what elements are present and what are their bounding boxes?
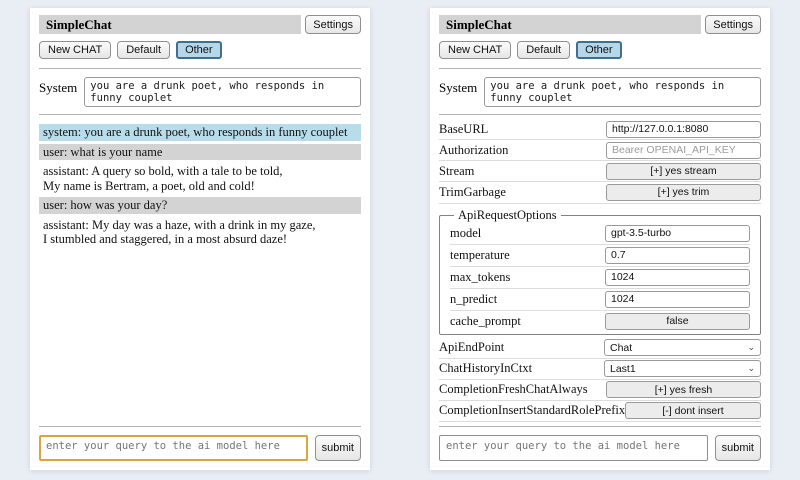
session-tab-default[interactable]: Default [517, 41, 570, 59]
setting-row-authorization: Authorization [439, 140, 761, 161]
chat-panel: SimpleChat Settings New CHAT Default Oth… [30, 8, 370, 470]
role-prefix-toggle-button[interactable]: [-] dont insert [625, 402, 761, 419]
session-toolbar: New CHAT Default Other [39, 41, 361, 59]
setting-row-model: model [450, 223, 750, 245]
cache-prompt-label: cache_prompt [450, 314, 521, 329]
completion-fresh-chat-toggle-button[interactable]: [+] yes fresh [606, 381, 761, 398]
spacer [39, 251, 361, 423]
chat-history-label: ChatHistoryInCtxt [439, 361, 532, 376]
chat-history-select[interactable]: Last1 ⌄ [604, 360, 761, 377]
setting-row-max-tokens: max_tokens [450, 267, 750, 289]
setting-row-n-predict: n_predict [450, 289, 750, 311]
max-tokens-input[interactable] [605, 269, 750, 286]
session-tab-default[interactable]: Default [117, 41, 170, 59]
new-chat-button[interactable]: New CHAT [439, 41, 511, 59]
role-prefix-label: CompletionInsertStandardRolePrefix [439, 403, 625, 418]
baseurl-label: BaseURL [439, 122, 488, 137]
divider [39, 426, 361, 427]
divider [439, 68, 761, 69]
chat-log: system: you are a drunk poet, who respon… [39, 124, 361, 251]
authorization-input[interactable] [606, 142, 761, 159]
stream-label: Stream [439, 164, 474, 179]
completion-fresh-chat-label: CompletionFreshChatAlways [439, 382, 588, 397]
app-title: SimpleChat [439, 15, 701, 34]
stream-toggle-button[interactable]: [+] yes stream [606, 163, 761, 180]
setting-row-temperature: temperature [450, 245, 750, 267]
new-chat-button[interactable]: New CHAT [39, 41, 111, 59]
chat-history-selected-value: Last1 [610, 363, 636, 375]
temperature-label: temperature [450, 248, 510, 263]
setting-row-trimgarbage: TrimGarbage [+] yes trim [439, 182, 761, 203]
n-predict-label: n_predict [450, 292, 497, 307]
setting-row-cache-prompt: cache_prompt false [450, 311, 750, 332]
setting-row-api-endpoint: ApiEndPoint Chat ⌄ [439, 338, 761, 359]
temperature-input[interactable] [605, 247, 750, 264]
setting-row-baseurl: BaseURL [439, 119, 761, 140]
system-prompt-row: System you are a drunk poet, who respond… [39, 77, 361, 107]
api-endpoint-label: ApiEndPoint [439, 340, 504, 355]
divider [39, 68, 361, 69]
chevron-down-icon: ⌄ [747, 343, 755, 352]
model-input[interactable] [605, 225, 750, 242]
settings-button[interactable]: Settings [305, 15, 361, 34]
system-prompt-input[interactable]: you are a drunk poet, who responds in fu… [484, 77, 761, 107]
api-request-options-fieldset: ApiRequestOptions model temperature max_… [439, 208, 761, 335]
query-row: submit [39, 435, 361, 461]
submit-button[interactable]: submit [315, 435, 361, 461]
app-header: SimpleChat Settings [439, 15, 761, 34]
settings-panel: SimpleChat Settings New CHAT Default Oth… [430, 8, 770, 470]
system-prompt-label: System [439, 77, 477, 107]
chat-message-user: user: what is your name [39, 144, 361, 161]
session-tab-other[interactable]: Other [576, 41, 622, 59]
setting-row-role-prefix: CompletionInsertStandardRolePrefix [-] d… [439, 401, 761, 422]
cache-prompt-toggle-button[interactable]: false [605, 313, 750, 330]
session-tab-other[interactable]: Other [176, 41, 222, 59]
query-input[interactable] [39, 435, 308, 461]
api-endpoint-selected-value: Chat [610, 342, 632, 354]
trimgarbage-toggle-button[interactable]: [+] yes trim [606, 184, 761, 201]
system-prompt-input[interactable]: you are a drunk poet, who responds in fu… [84, 77, 361, 107]
system-prompt-label: System [39, 77, 77, 107]
setting-row-stream: Stream [+] yes stream [439, 161, 761, 182]
chat-message-system: system: you are a drunk poet, who respon… [39, 124, 361, 141]
trimgarbage-label: TrimGarbage [439, 185, 506, 200]
authorization-label: Authorization [439, 143, 508, 158]
query-input[interactable] [439, 435, 708, 461]
max-tokens-label: max_tokens [450, 270, 510, 285]
submit-button[interactable]: submit [715, 435, 761, 461]
chat-message-assistant: assistant: A query so bold, with a tale … [39, 163, 361, 194]
session-toolbar: New CHAT Default Other [439, 41, 761, 59]
chevron-down-icon: ⌄ [747, 364, 755, 373]
divider [439, 114, 761, 115]
query-row: submit [439, 435, 761, 461]
app-header: SimpleChat Settings [39, 15, 361, 34]
system-prompt-row: System you are a drunk poet, who respond… [439, 77, 761, 107]
api-endpoint-select[interactable]: Chat ⌄ [604, 339, 761, 356]
settings-button[interactable]: Settings [705, 15, 761, 34]
divider [439, 426, 761, 427]
divider [39, 114, 361, 115]
baseurl-input[interactable] [606, 121, 761, 138]
model-label: model [450, 226, 481, 241]
app-title: SimpleChat [39, 15, 301, 34]
chat-message-assistant: assistant: My day was a haze, with a dri… [39, 217, 361, 248]
setting-row-completion-fresh-chat: CompletionFreshChatAlways [+] yes fresh [439, 380, 761, 401]
chat-message-user: user: how was your day? [39, 197, 361, 214]
setting-row-chat-history: ChatHistoryInCtxt Last1 ⌄ [439, 359, 761, 380]
api-request-options-legend: ApiRequestOptions [454, 208, 561, 223]
n-predict-input[interactable] [605, 291, 750, 308]
